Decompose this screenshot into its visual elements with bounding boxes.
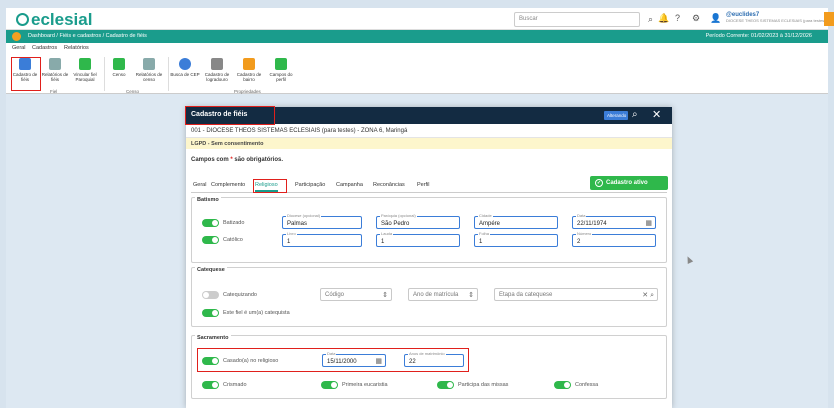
- highlight-title: [185, 106, 275, 125]
- clear-search-icon[interactable]: ✕ ⌕: [642, 291, 654, 300]
- tab-reconancias[interactable]: Reconâncias: [373, 182, 405, 188]
- catequese-title: Catequese: [195, 267, 227, 273]
- search-input[interactable]: Buscar ⌕: [514, 12, 653, 27]
- app-logo: eclesial: [16, 10, 92, 30]
- menu-tab-cadastros[interactable]: Cadastros: [32, 45, 57, 51]
- ribbon-relatorios-fieis[interactable]: Relatórios de fiéis: [40, 56, 70, 82]
- home-icon[interactable]: [12, 32, 21, 41]
- search-icon[interactable]: ⌕: [632, 109, 638, 120]
- batismo-title: Batismo: [195, 197, 221, 203]
- label-crismado: Crismado: [223, 382, 247, 388]
- livro-field[interactable]: Livro 1: [282, 231, 362, 247]
- label-batizado: Batizado: [223, 220, 245, 226]
- paroquia-field[interactable]: Paróquia (opcional) São Pedro: [376, 213, 460, 229]
- user-menu[interactable]: @euclides7 DIOCESE THEOS SISTEMAS ECLESIA…: [726, 12, 826, 23]
- highlight-casamento: [197, 348, 469, 372]
- numero-field[interactable]: Número 2: [572, 231, 656, 247]
- search-icon[interactable]: ⌕: [648, 14, 653, 25]
- label-confessa: Confessa: [575, 382, 599, 388]
- tab-complemento[interactable]: Complemento: [211, 182, 245, 188]
- label-catequista: Este fiel é um(a) catequista: [223, 310, 290, 316]
- toggle-catequizando[interactable]: [202, 291, 219, 299]
- lgpd-banner: LGPD - Sem consentimento: [186, 138, 672, 149]
- ribbon-cadastro-bairro[interactable]: Cadastro de bairro: [234, 56, 264, 82]
- ribbon-campos-perfil[interactable]: Campos do perfil: [266, 56, 296, 82]
- cidade-field[interactable]: Cidade Ampére: [474, 213, 558, 229]
- top-bar: eclesial Buscar ⌕ 🔔 ? ⚙ 👤 @euclides7 DIOCE…: [6, 8, 834, 30]
- toggle-eucaristia[interactable]: [321, 381, 338, 389]
- catequese-section: Catequese Catequizando Código ⇕ Ano de ma…: [191, 267, 667, 327]
- toggle-confessa[interactable]: [554, 381, 571, 389]
- folha-field[interactable]: Folha 1: [474, 231, 558, 247]
- tab-perfil[interactable]: Perfil: [417, 182, 430, 188]
- highlight-religioso: [253, 179, 287, 193]
- ribbon-relatorios-censo[interactable]: Relatórios de censo: [134, 56, 164, 82]
- batismo-section: Batismo Batizado Católico Diocese (opcio…: [191, 197, 667, 263]
- label-missas: Participa das missas: [458, 382, 509, 388]
- user-icon[interactable]: 👤: [710, 13, 721, 24]
- sacramento-title: Sacramento: [195, 335, 231, 341]
- status-badge: Alterando: [604, 111, 628, 120]
- cadastro-fieis-dialog: Cadastro de fiéis Alterando ⌕ ✕ 001 - DI…: [186, 107, 672, 408]
- close-icon[interactable]: ✕: [652, 108, 661, 121]
- ribbon-busca-cep[interactable]: Busca de CEP: [170, 56, 200, 77]
- label-catequizando: Catequizando: [223, 292, 257, 298]
- nav-bar: Dashboard / Fiéis e cadastros / Cadastro…: [6, 30, 828, 43]
- gear-icon[interactable]: ⚙: [692, 13, 700, 24]
- ribbon-censo[interactable]: Censo: [104, 56, 134, 77]
- lauda-field[interactable]: Lauda 1: [376, 231, 460, 247]
- tab-geral[interactable]: Geral: [193, 182, 206, 188]
- toggle-crismado[interactable]: [202, 381, 219, 389]
- ribbon-cadastro-logradouro[interactable]: Cadastro de logradouro: [202, 56, 232, 82]
- codigo-field[interactable]: Código ⇕: [320, 288, 392, 301]
- ano-matricula-field[interactable]: Ano de matrícula ⇕: [408, 288, 478, 301]
- label-catolico: Católico: [223, 237, 243, 243]
- toggle-catolico[interactable]: [202, 236, 219, 244]
- menu-tabs: Geral Cadastros Relatórios: [6, 43, 828, 54]
- data-batismo-field[interactable]: Data 22/11/1974 ▦: [572, 213, 656, 229]
- menu-tab-geral[interactable]: Geral: [12, 45, 25, 51]
- notification-badge[interactable]: [824, 12, 834, 26]
- label-eucaristia: Primeira eucaristia: [342, 382, 388, 388]
- org-line: 001 - DIOCESE THEOS SISTEMAS ECLESIAIS (…: [186, 124, 672, 138]
- breadcrumb[interactable]: Dashboard / Fiéis e cadastros / Cadastro…: [28, 33, 147, 39]
- required-note: Campos com * são obrigatórios.: [191, 157, 284, 163]
- ribbon-toolbar: Cadastro de fiéis Relatórios de fiéis Vi…: [6, 54, 828, 94]
- help-icon[interactable]: ?: [675, 13, 680, 23]
- bell-icon[interactable]: 🔔: [658, 13, 669, 24]
- ribbon-vincular-fiel[interactable]: Vincular fiel Paroquial: [70, 56, 100, 82]
- toggle-missas[interactable]: [437, 381, 454, 389]
- toggle-batizado[interactable]: [202, 219, 219, 227]
- diocese-field[interactable]: Diocese (opcional) Palmas: [282, 213, 362, 229]
- menu-tab-relatorios[interactable]: Relatórios: [64, 45, 89, 51]
- periodo-corrente[interactable]: Período Corrente: 01/02/2023 à 31/12/202…: [706, 33, 812, 39]
- tab-campanha[interactable]: Campanha: [336, 182, 363, 188]
- highlight-cadastro: [11, 57, 41, 91]
- calendar-icon[interactable]: ▦: [645, 219, 652, 227]
- etapa-catequese-field[interactable]: Etapa da catequese ✕ ⌕: [494, 288, 658, 301]
- tab-participacao[interactable]: Participação: [295, 182, 325, 188]
- toggle-catequista[interactable]: [202, 309, 219, 317]
